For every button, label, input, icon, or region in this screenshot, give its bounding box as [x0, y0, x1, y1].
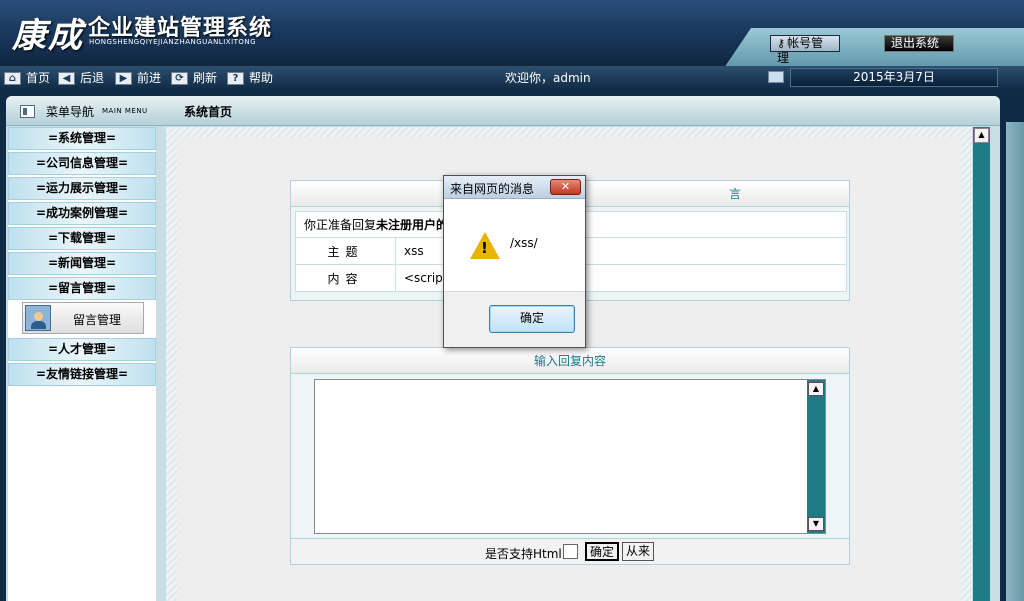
scroll-up-icon[interactable]: ▲ — [808, 382, 824, 396]
sidebar-item-talent[interactable]: =人才管理= — [8, 338, 156, 361]
toolbar-home[interactable]: ⌂ 首页 — [4, 69, 50, 87]
page-scrollbar[interactable]: ▲ — [973, 127, 990, 601]
toolbar-back[interactable]: ◀ 后退 — [58, 69, 104, 87]
sidebar-item-news[interactable]: =新闻管理= — [8, 252, 156, 275]
page-title: 系统首页 — [184, 105, 233, 119]
sidebar-item-downloads[interactable]: =下载管理= — [8, 227, 156, 250]
reply-panel: 输入回复内容 ▲ ▼ 是否支持Html 确定 从来 — [290, 347, 850, 565]
sidebar: =系统管理= =公司信息管理= =运力展示管理= =成功案例管理= =下载管理=… — [8, 127, 156, 601]
logout-button[interactable]: 退出系统 — [884, 35, 954, 52]
toolbar-refresh[interactable]: ⟳ 刷新 — [171, 69, 217, 87]
home-icon: ⌂ — [4, 71, 21, 85]
date-display: 2015年3月7日 — [790, 68, 998, 87]
dialog-titlebar: 来自网页的消息 ✕ — [444, 176, 585, 199]
toolbar-help-label: 帮助 — [249, 71, 274, 85]
content-label: 内容 — [295, 264, 396, 292]
welcome-text: 欢迎你，admin — [505, 71, 591, 85]
user-icon — [25, 305, 51, 331]
account-button[interactable]: ⚷ 帐号管理 — [770, 35, 840, 65]
sidebar-item-cases[interactable]: =成功案例管理= — [8, 202, 156, 225]
sidebar-item-messages[interactable]: =留言管理= — [8, 277, 156, 300]
scroll-up-icon[interactable]: ▲ — [974, 128, 989, 143]
sidebar-item-company-info[interactable]: =公司信息管理= — [8, 152, 156, 175]
header: 康成 企业建站管理系统 HONGSHENGQIYEJIANZHANGUANLIX… — [0, 0, 1024, 66]
reply-scrollbar[interactable]: ▲ ▼ — [807, 380, 825, 533]
sidebar-subitem-label: 留言管理 — [73, 313, 122, 327]
dialog-title: 来自网页的消息 — [450, 182, 535, 196]
menu-title-en: MAIN MENU — [102, 107, 148, 115]
toolbar-back-label: 后退 — [80, 71, 105, 85]
key-icon: ⚷ — [777, 37, 786, 50]
toolbar-help[interactable]: ? 帮助 — [227, 69, 273, 87]
sidebar-item-transport[interactable]: =运力展示管理= — [8, 177, 156, 200]
toolbar: ⌂ 首页 ◀ 后退 ▶ 前进 ⟳ 刷新 ? 帮助 欢迎你，admin 2015年3月7日 — [0, 66, 1024, 90]
html-support-checkbox[interactable] — [563, 544, 578, 559]
reply-footer: 是否支持Html 确定 从来 — [291, 538, 849, 564]
toolbar-home-label: 首页 — [26, 71, 51, 85]
header-swoosh — [724, 28, 1024, 66]
menu-icon — [20, 105, 35, 118]
help-icon: ? — [227, 71, 244, 85]
submit-reply-button[interactable]: 确定 — [585, 542, 620, 561]
right-strip — [1006, 122, 1024, 601]
dialog-footer: 确定 — [444, 291, 585, 347]
dialog-ok-button[interactable]: 确定 — [489, 305, 575, 333]
app-subtitle: HONGSHENGQIYEJIANZHANGUANLIXITONG — [89, 38, 257, 46]
reply-textarea[interactable]: ▲ ▼ — [314, 379, 826, 534]
toolbar-forward[interactable]: ▶ 前进 — [115, 69, 161, 87]
back-arrow-icon: ◀ — [58, 71, 75, 85]
close-icon[interactable]: ✕ — [550, 179, 581, 195]
sidebar-item-system[interactable]: =系统管理= — [8, 127, 156, 150]
monitor-icon — [768, 71, 784, 83]
refresh-icon: ⟳ — [171, 71, 188, 85]
subject-label: 主题 — [295, 237, 396, 265]
dialog-message: /xss/ — [510, 236, 538, 250]
forward-arrow-icon: ▶ — [115, 71, 132, 85]
menu-title: 菜单导航 — [46, 105, 95, 119]
html-support-label: 是否支持Html — [485, 547, 562, 561]
scroll-down-icon[interactable]: ▼ — [808, 517, 824, 531]
toolbar-refresh-label: 刷新 — [193, 71, 218, 85]
reply-panel-title: 输入回复内容 — [291, 348, 849, 374]
warning-icon-mark: ! — [481, 239, 488, 257]
sidebar-item-links[interactable]: =友情链接管理= — [8, 363, 156, 386]
sidebar-subitem-message-manage[interactable]: 留言管理 — [22, 302, 144, 334]
alert-dialog: 来自网页的消息 ✕ ! /xss/ 确定 — [443, 175, 586, 348]
logo-script: 康成 — [12, 16, 84, 56]
reset-reply-button[interactable]: 从来 — [622, 542, 655, 561]
toolbar-forward-label: 前进 — [137, 71, 162, 85]
panel-header: 菜单导航 MAIN MENU 系统首页 — [6, 96, 1000, 126]
